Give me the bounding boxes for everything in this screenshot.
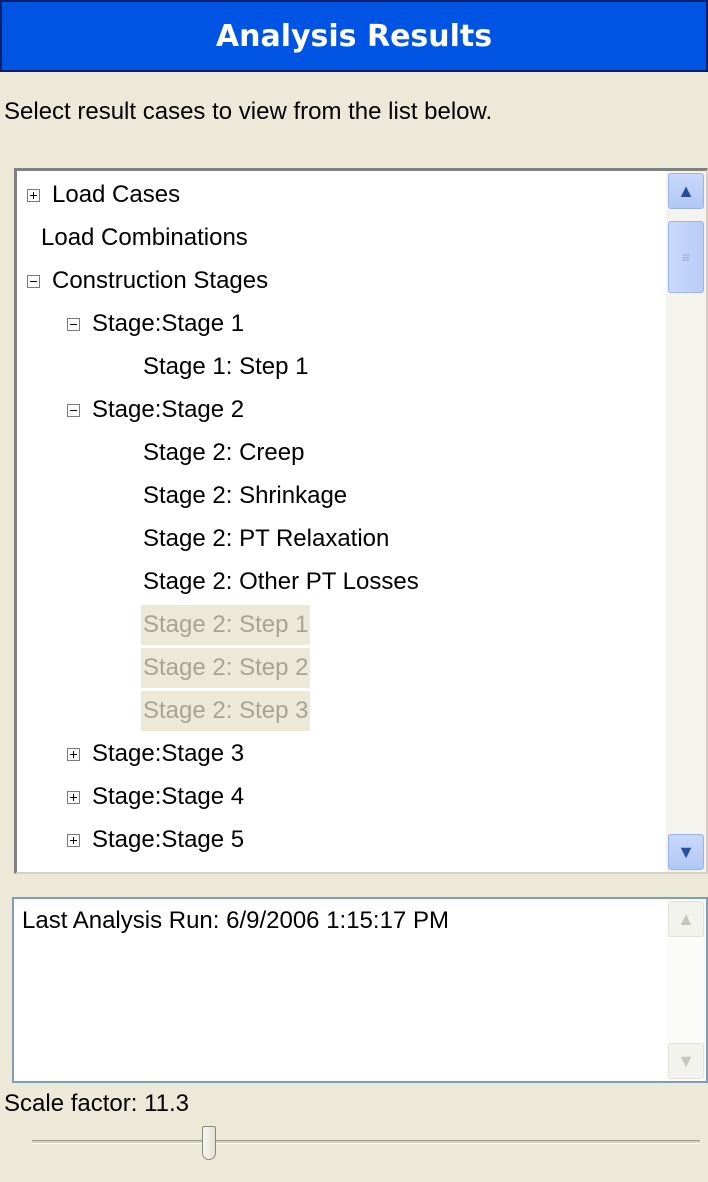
expand-icon[interactable] [67,747,80,761]
panel-header: Analysis Results [0,0,708,72]
tree-item-label: Stage:Stage 5 [92,826,245,853]
tree-item-label: Stage:Stage 6 [90,863,246,872]
tree-item[interactable]: Stage:Stage 5 [67,820,246,860]
tree-item[interactable]: Stage:Stage 3 [67,734,246,774]
tree-item[interactable]: Load Cases [27,175,182,215]
tree-item[interactable]: Stage:Stage 1 [67,304,246,344]
scale-factor-label: Scale factor: 11.3 [4,1090,189,1117]
status-scroll-up-button[interactable]: ▲ [668,901,704,937]
chevron-up-icon: ▲ [677,908,695,929]
scale-slider-thumb[interactable] [202,1126,217,1160]
tree-item-label: Stage 2: Step 2 [141,648,311,688]
expand-icon[interactable] [27,188,40,202]
tree-item-label: Load Combinations [41,224,248,251]
tree-item[interactable]: Stage 1: Step 1 [141,347,310,387]
tree-scrollbar[interactable]: ▲ ≡ ▼ [666,171,706,872]
tree-item[interactable]: Stage 2: Creep [141,433,306,473]
result-cases-tree[interactable]: Load Cases Load Combinations Construction … [14,168,708,874]
instructions-text: Select result cases to view from the lis… [4,98,493,125]
grip-icon: ≡ [681,249,691,265]
tree-item[interactable]: Stage 2: PT Relaxation [141,519,391,559]
expand-icon[interactable] [67,833,80,847]
tree-item[interactable]: Stage 2: Step 2 [141,648,311,688]
collapse-icon[interactable] [27,274,40,288]
tree-item[interactable]: Stage 2: Other PT Losses [141,562,421,602]
panel-title: Analysis Results [215,18,493,54]
tree-item-label: Stage:Stage 4 [92,783,245,810]
tree-item[interactable]: Construction Stages [27,261,270,301]
collapse-icon[interactable] [67,403,80,417]
tree-item-label: Stage 2: Creep [143,439,305,466]
tree-item-label: Stage 2: Step 1 [141,605,311,645]
scale-slider-track[interactable] [32,1140,700,1144]
chevron-up-icon: ▲ [677,180,695,201]
analysis-status-box[interactable]: Last Analysis Run: 6/9/2006 1:15:17 PM ▲… [12,897,708,1083]
tree-item-label: Stage 2: Step 3 [141,691,311,731]
tree-item-label: Stage 1: Step 1 [143,353,309,380]
scroll-up-button[interactable]: ▲ [668,173,704,209]
tree-item-label: Stage 2: PT Relaxation [143,525,390,552]
scroll-thumb[interactable]: ≡ [668,221,704,293]
chevron-down-icon: ▼ [677,1050,695,1071]
tree-item-label: Stage 2: Shrinkage [143,482,348,509]
tree-item[interactable]: Stage 2: Shrinkage [141,476,349,516]
scroll-down-button[interactable]: ▼ [668,834,704,870]
tree-item[interactable]: Stage:Stage 2 [67,390,246,430]
expand-icon[interactable] [67,790,80,804]
tree-item-label: Stage:Stage 3 [92,740,245,767]
tree-item[interactable]: Stage 2: Step 1 [141,605,311,645]
chevron-down-icon: ▼ [677,841,695,862]
collapse-icon[interactable] [67,317,80,331]
tree-item[interactable]: Load Combinations [39,218,250,258]
tree-item[interactable]: Stage:Stage 6 [67,863,246,872]
status-scroll-down-button[interactable]: ▼ [668,1043,704,1079]
tree-item[interactable]: Stage:Stage 4 [67,777,246,817]
last-analysis-run-text: Last Analysis Run: 6/9/2006 1:15:17 PM [22,907,449,934]
tree-item-label: Stage 2: Other PT Losses [143,568,419,595]
tree-item-label: Load Cases [52,181,181,208]
tree-item[interactable]: Stage 2: Step 3 [141,691,311,731]
tree-item-label: Stage:Stage 1 [92,310,245,337]
tree-content: Load Cases Load Combinations Construction … [17,171,664,872]
tree-item-label: Construction Stages [52,267,269,294]
tree-item-label: Stage:Stage 2 [92,396,245,423]
status-scrollbar[interactable]: ▲ ▼ [666,899,706,1081]
